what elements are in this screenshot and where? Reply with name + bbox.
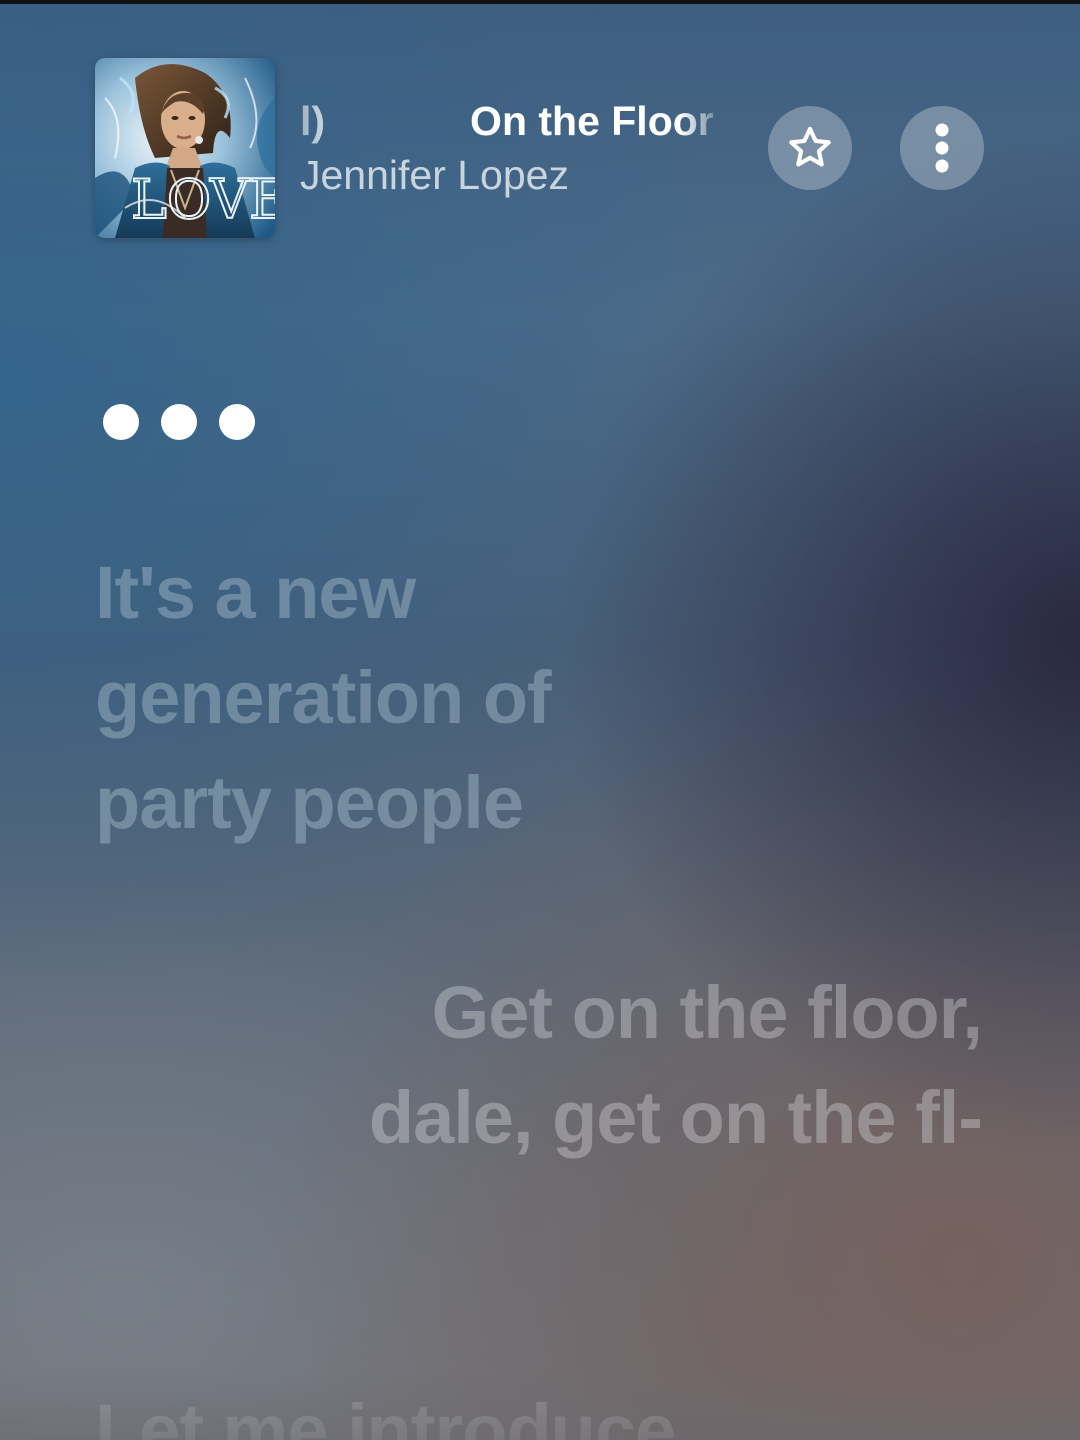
star-outline-icon (789, 126, 831, 167)
svg-text:LOVE: LOVE (131, 168, 275, 231)
lyric-line[interactable]: It's a new generation of party people (95, 540, 715, 855)
album-cover-image: LOVE (95, 58, 275, 238)
artist-name[interactable]: Jennifer Lopez (300, 150, 569, 200)
indicator-dot (161, 404, 197, 440)
top-edge (0, 0, 1080, 4)
indicator-dot (103, 404, 139, 440)
lyric-line[interactable]: Let me introduce (95, 1378, 895, 1440)
lyrics-screen: LOVE l) On the Floor Jennifer Lopez It's … (0, 0, 1080, 1440)
lyric-line[interactable]: Get on the floor, dale, get on the fl- (282, 960, 983, 1170)
more-options-button[interactable] (900, 106, 984, 190)
lyric-waiting-indicator (103, 402, 263, 442)
favorite-button[interactable] (768, 106, 852, 190)
song-title: On the Floor (470, 98, 714, 144)
song-title-tail: l) (300, 98, 326, 144)
song-title-track: l) On the Floor (300, 98, 714, 144)
indicator-dot (219, 404, 255, 440)
vertical-ellipsis-icon (935, 123, 949, 173)
song-title-marquee: l) On the Floor (300, 98, 718, 148)
album-art[interactable]: LOVE (95, 58, 275, 238)
